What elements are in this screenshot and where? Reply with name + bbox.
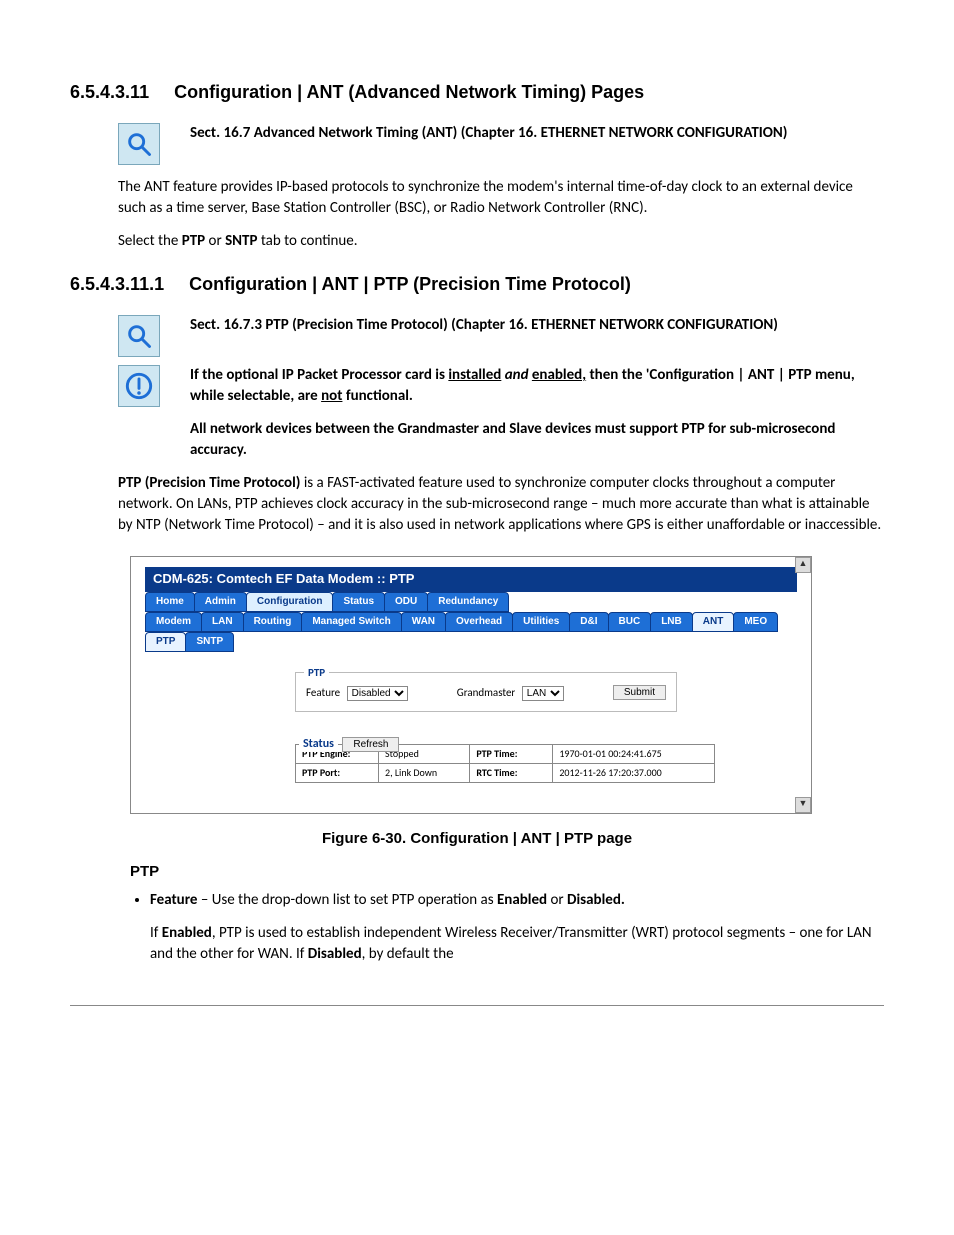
- magnifier-icon: [118, 315, 160, 357]
- list-item-detail: If Enabled, PTP is used to establish ind…: [150, 923, 884, 965]
- window-title: CDM-625: Comtech EF Data Modem :: PTP: [145, 567, 797, 591]
- subsection-number: 6.5.4.3.11.1: [70, 272, 164, 297]
- tab-overhead[interactable]: Overhead: [445, 612, 513, 632]
- tab-utilities[interactable]: Utilities: [512, 612, 570, 632]
- section-number: 6.5.4.3.11: [70, 80, 149, 105]
- section-heading: 6.5.4.3.11 Configuration | ANT (Advanced…: [70, 80, 884, 105]
- grandmaster-label: Grandmaster: [457, 686, 516, 699]
- tab-lan[interactable]: LAN: [201, 612, 244, 632]
- scrollbar-up-icon[interactable]: ▲: [795, 557, 811, 573]
- embedded-screenshot: ▲ ▼ CDM-625: Comtech EF Data Modem :: PT…: [130, 556, 812, 814]
- magnifier-icon: [118, 123, 160, 165]
- body-paragraph: Select the PTP or SNTP tab to continue.: [118, 231, 884, 252]
- subsection-heading: 6.5.4.3.11.1 Configuration | ANT | PTP (…: [70, 272, 884, 297]
- tab-d-i[interactable]: D&I: [569, 612, 608, 632]
- tab-meo[interactable]: MEO: [733, 612, 778, 632]
- tab-sntp[interactable]: SNTP: [185, 632, 234, 652]
- tab-row-tertiary: PTPSNTP: [145, 632, 797, 652]
- tab-row-primary: HomeAdminConfigurationStatusODURedundanc…: [145, 592, 797, 612]
- scrollbar-down-icon[interactable]: ▼: [795, 797, 811, 813]
- status-legend: Status: [299, 736, 338, 753]
- ptp-heading: PTP: [130, 861, 884, 882]
- reference-text: Sect. 16.7.3 PTP (Precision Time Protoco…: [190, 315, 884, 336]
- tab-redundancy[interactable]: Redundancy: [427, 592, 509, 612]
- feature-select[interactable]: Disabled: [347, 686, 408, 701]
- tab-admin[interactable]: Admin: [194, 592, 247, 612]
- tab-home[interactable]: Home: [145, 592, 195, 612]
- subsection-title: Configuration | ANT | PTP (Precision Tim…: [189, 274, 631, 294]
- list-item: Feature – Use the drop-down list to set …: [150, 890, 884, 965]
- tab-wan[interactable]: WAN: [401, 612, 446, 632]
- reference-row: Sect. 16.7.3 PTP (Precision Time Protoco…: [118, 315, 884, 357]
- body-paragraph: The ANT feature provides IP-based protoc…: [118, 177, 884, 219]
- tab-status[interactable]: Status: [332, 592, 385, 612]
- footer-rule: [70, 1005, 884, 1006]
- body-paragraph: PTP (Precision Time Protocol) is a FAST-…: [118, 473, 884, 536]
- tab-managed-switch[interactable]: Managed Switch: [301, 612, 401, 632]
- tab-lnb[interactable]: LNB: [650, 612, 693, 632]
- reference-row: Sect. 16.7 Advanced Network Timing (ANT)…: [118, 123, 884, 165]
- bullet-list: Feature – Use the drop-down list to set …: [130, 890, 884, 965]
- figure-caption: Figure 6-30. Configuration | ANT | PTP p…: [70, 828, 884, 849]
- tab-routing[interactable]: Routing: [243, 612, 303, 632]
- submit-button[interactable]: Submit: [613, 685, 666, 700]
- alert-icon: [118, 365, 160, 407]
- ptp-config-group: PTP Feature Disabled Grandmaster LAN Sub…: [295, 672, 677, 712]
- tab-configuration[interactable]: Configuration: [246, 592, 334, 612]
- grandmaster-select[interactable]: LAN: [522, 686, 564, 701]
- warning-row: If the optional IP Packet Processor card…: [118, 365, 884, 407]
- warning-secondary: All network devices between the Grandmas…: [190, 419, 884, 461]
- tab-odu[interactable]: ODU: [384, 592, 428, 612]
- tab-modem[interactable]: Modem: [145, 612, 202, 632]
- section-title: Configuration | ANT (Advanced Network Ti…: [174, 82, 644, 102]
- table-row: PTP Port:2, Link DownRTC Time:2012-11-26…: [296, 764, 715, 783]
- feature-label: Feature: [306, 686, 340, 699]
- tab-buc[interactable]: BUC: [608, 612, 652, 632]
- tab-ptp[interactable]: PTP: [145, 632, 186, 652]
- tab-row-secondary: ModemLANRoutingManaged SwitchWANOverhead…: [145, 612, 797, 632]
- warning-text: If the optional IP Packet Processor card…: [190, 365, 884, 407]
- tab-ant[interactable]: ANT: [692, 612, 735, 632]
- reference-text: Sect. 16.7 Advanced Network Timing (ANT)…: [190, 123, 884, 144]
- refresh-button[interactable]: Refresh: [342, 737, 399, 752]
- ptp-legend: PTP: [304, 665, 329, 680]
- status-group: Status Refresh PTP Engine:StoppedPTP Tim…: [295, 728, 715, 784]
